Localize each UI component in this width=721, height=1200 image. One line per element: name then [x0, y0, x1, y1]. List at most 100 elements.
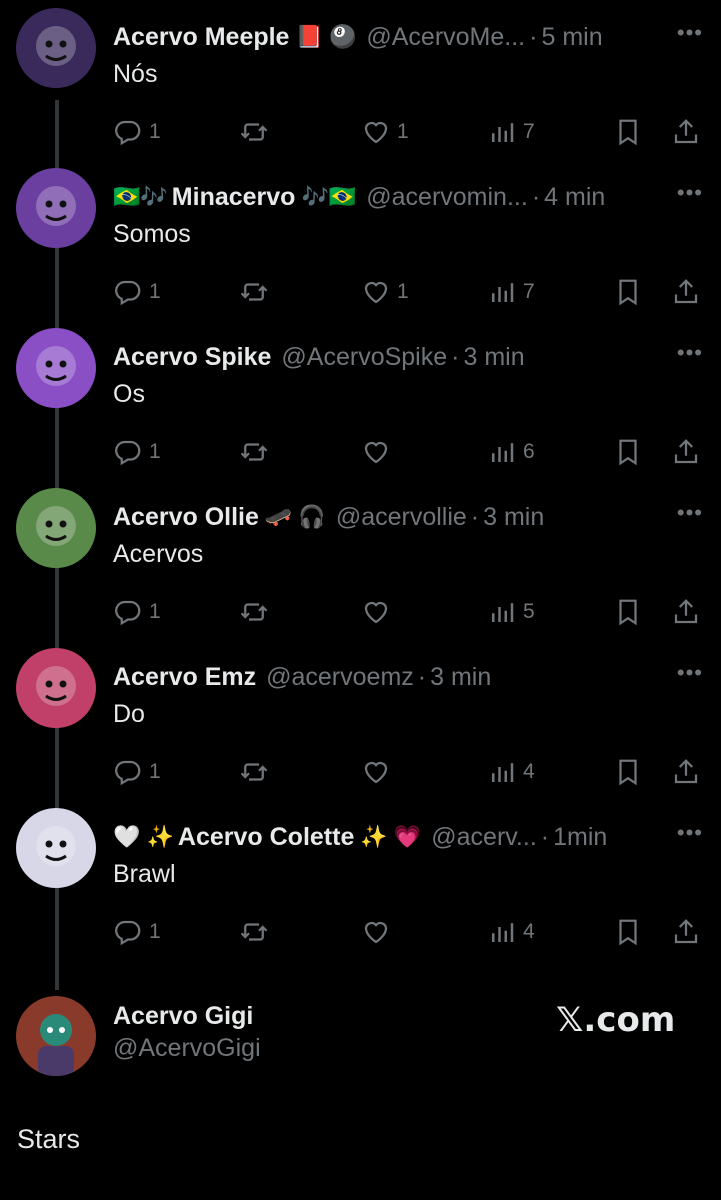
avatar[interactable] — [16, 648, 96, 728]
tweet[interactable]: Acervo Meeple 📕 🎱 @AcervoMe... · 5 min •… — [0, 8, 721, 168]
user-handle[interactable]: @acerv... — [431, 823, 537, 852]
tweet-text: Os — [113, 380, 145, 408]
tweet[interactable]: 🤍 ✨ Acervo Colette ✨ 💗 @acerv... · 1min … — [0, 808, 721, 968]
like-icon — [364, 761, 388, 784]
reply-button[interactable]: 1 — [113, 272, 161, 312]
reply-count: 1 — [149, 120, 161, 143]
share-button[interactable] — [671, 752, 701, 792]
name-emoji-prefix: 🤍 ✨ — [113, 824, 174, 849]
name-emoji-suffix: 🛹 🎧 — [264, 504, 326, 529]
user-handle[interactable]: @acervomin... — [366, 183, 528, 212]
timestamp[interactable]: 3 min — [463, 343, 524, 372]
views-button[interactable]: 4 — [487, 752, 535, 792]
reply-button[interactable]: 1 — [113, 112, 161, 152]
bookmark-button[interactable] — [613, 112, 643, 152]
user-handle[interactable]: @acervollie — [336, 503, 467, 532]
views-icon — [492, 923, 514, 942]
avatar-image — [16, 648, 96, 728]
tweet[interactable]: 🇧🇷🎶 Minacervo 🎶🇧🇷 @acervomin... · 4 min … — [0, 168, 721, 328]
more-icon[interactable]: ••• — [677, 182, 703, 204]
more-icon[interactable]: ••• — [677, 22, 703, 44]
user-handle[interactable]: @acervoemz — [266, 663, 414, 692]
timestamp[interactable]: 3 min — [430, 663, 491, 692]
display-name[interactable]: Acervo Spike — [113, 343, 271, 372]
user-handle[interactable]: @AcervoMe... — [366, 23, 525, 52]
timestamp[interactable]: 5 min — [541, 23, 602, 52]
tweet[interactable]: Acervo Ollie 🛹 🎧 @acervollie · 3 min •••… — [0, 488, 721, 648]
tweet[interactable]: Acervo Spike @AcervoSpike · 3 min ••• Os… — [0, 328, 721, 488]
share-icon — [674, 279, 698, 304]
avatar[interactable] — [16, 168, 96, 248]
bookmark-button[interactable] — [613, 912, 643, 952]
like-button[interactable] — [361, 592, 397, 632]
tweet-text: Brawl — [113, 860, 176, 888]
reply-button[interactable]: 1 — [113, 432, 161, 472]
views-button[interactable]: 7 — [487, 112, 535, 152]
avatar[interactable] — [16, 488, 96, 568]
user-handle[interactable]: @AcervoSpike — [281, 343, 447, 372]
more-icon[interactable]: ••• — [677, 342, 703, 364]
separator-dot: · — [451, 342, 460, 371]
more-icon[interactable]: ••• — [677, 502, 703, 524]
bookmark-icon — [619, 599, 637, 626]
avatar[interactable] — [16, 8, 96, 88]
avatar[interactable] — [16, 996, 96, 1076]
tweet[interactable]: Acervo Emz @acervoemz · 3 min ••• Do 1 4 — [0, 648, 721, 808]
views-button[interactable]: 5 — [487, 592, 535, 632]
views-button[interactable]: 7 — [487, 272, 535, 312]
timestamp[interactable]: 1min — [553, 823, 607, 852]
more-icon[interactable]: ••• — [677, 662, 703, 684]
bookmark-button[interactable] — [613, 592, 643, 632]
author-name[interactable]: Acervo Gigi — [113, 1002, 253, 1031]
retweet-button[interactable] — [239, 432, 269, 472]
display-name[interactable]: Acervo Colette — [178, 823, 354, 852]
timestamp[interactable]: 4 min — [544, 183, 605, 212]
name-emoji-suffix: 🎶🇧🇷 — [301, 184, 357, 209]
bookmark-button[interactable] — [613, 272, 643, 312]
share-icon — [674, 919, 698, 944]
avatar-image — [16, 996, 96, 1076]
retweet-button[interactable] — [239, 752, 269, 792]
like-button[interactable]: 1 — [361, 272, 409, 312]
like-button[interactable]: 1 — [361, 112, 409, 152]
retweet-button[interactable] — [239, 912, 269, 952]
retweet-icon — [240, 763, 268, 781]
tweet-header: 🇧🇷🎶 Minacervo 🎶🇧🇷 @acervomin... · 4 min — [113, 180, 661, 214]
tweet-header: Acervo Meeple 📕 🎱 @AcervoMe... · 5 min — [113, 20, 661, 54]
display-name[interactable]: Minacervo — [172, 183, 296, 212]
share-button[interactable] — [671, 432, 701, 472]
timestamp[interactable]: 3 min — [483, 503, 544, 532]
share-icon — [674, 439, 698, 464]
retweet-icon — [240, 923, 268, 941]
action-bar: 1 1 7 — [113, 112, 713, 152]
avatar[interactable] — [16, 808, 96, 888]
like-icon — [364, 601, 388, 624]
like-button[interactable] — [361, 752, 397, 792]
separator-dot: · — [531, 182, 541, 211]
views-button[interactable]: 4 — [487, 912, 535, 952]
retweet-button[interactable] — [239, 592, 269, 632]
share-button[interactable] — [671, 272, 701, 312]
reply-button[interactable]: 1 — [113, 752, 161, 792]
separator-dot: · — [529, 22, 538, 51]
bookmark-button[interactable] — [613, 752, 643, 792]
like-button[interactable] — [361, 432, 397, 472]
like-button[interactable] — [361, 912, 397, 952]
display-name[interactable]: Acervo Meeple — [113, 23, 289, 52]
author-handle[interactable]: @AcervoGigi — [113, 1034, 261, 1063]
retweet-button[interactable] — [239, 272, 269, 312]
views-button[interactable]: 6 — [487, 432, 535, 472]
retweet-icon — [240, 443, 268, 461]
reply-button[interactable]: 1 — [113, 592, 161, 632]
display-name[interactable]: Acervo Emz — [113, 663, 256, 692]
display-name[interactable]: Acervo Ollie — [113, 503, 259, 532]
footer-caption: Stars — [17, 1124, 81, 1154]
avatar[interactable] — [16, 328, 96, 408]
more-icon[interactable]: ••• — [677, 822, 703, 844]
share-button[interactable] — [671, 912, 701, 952]
retweet-button[interactable] — [239, 112, 269, 152]
share-button[interactable] — [671, 112, 701, 152]
reply-button[interactable]: 1 — [113, 912, 161, 952]
bookmark-button[interactable] — [613, 432, 643, 472]
share-button[interactable] — [671, 592, 701, 632]
